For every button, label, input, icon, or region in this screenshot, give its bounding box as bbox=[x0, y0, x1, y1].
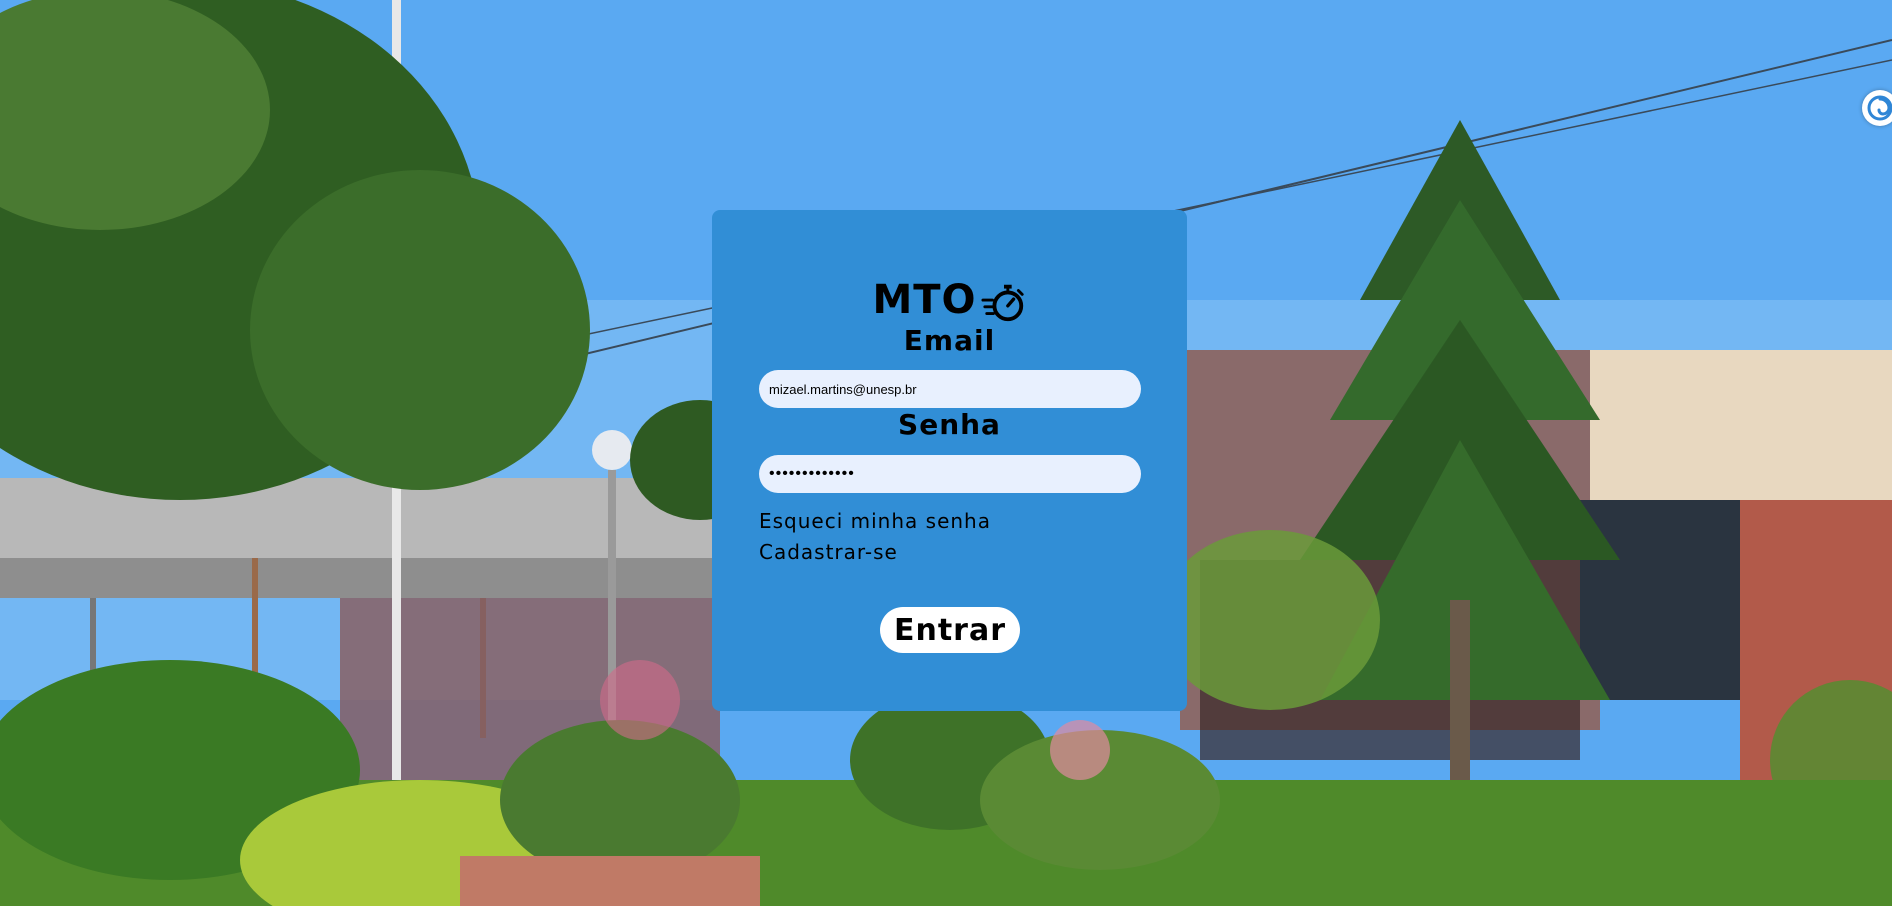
login-card: MTO Email Senha Esqueci minha senha Cada… bbox=[712, 210, 1187, 711]
email-input[interactable] bbox=[759, 370, 1141, 408]
forgot-password-link[interactable]: Esqueci minha senha bbox=[759, 509, 991, 533]
logo-text: MTO bbox=[872, 277, 977, 323]
extension-button[interactable] bbox=[1862, 90, 1892, 126]
signup-link[interactable]: Cadastrar-se bbox=[759, 540, 898, 564]
email-label: Email bbox=[903, 324, 996, 357]
login-button[interactable]: Entrar bbox=[880, 607, 1020, 653]
password-input[interactable] bbox=[759, 455, 1141, 493]
app-logo: MTO bbox=[712, 276, 1187, 325]
stopwatch-icon bbox=[981, 284, 1024, 322]
swirl-icon bbox=[1867, 95, 1892, 121]
password-label: Senha bbox=[898, 408, 1001, 441]
